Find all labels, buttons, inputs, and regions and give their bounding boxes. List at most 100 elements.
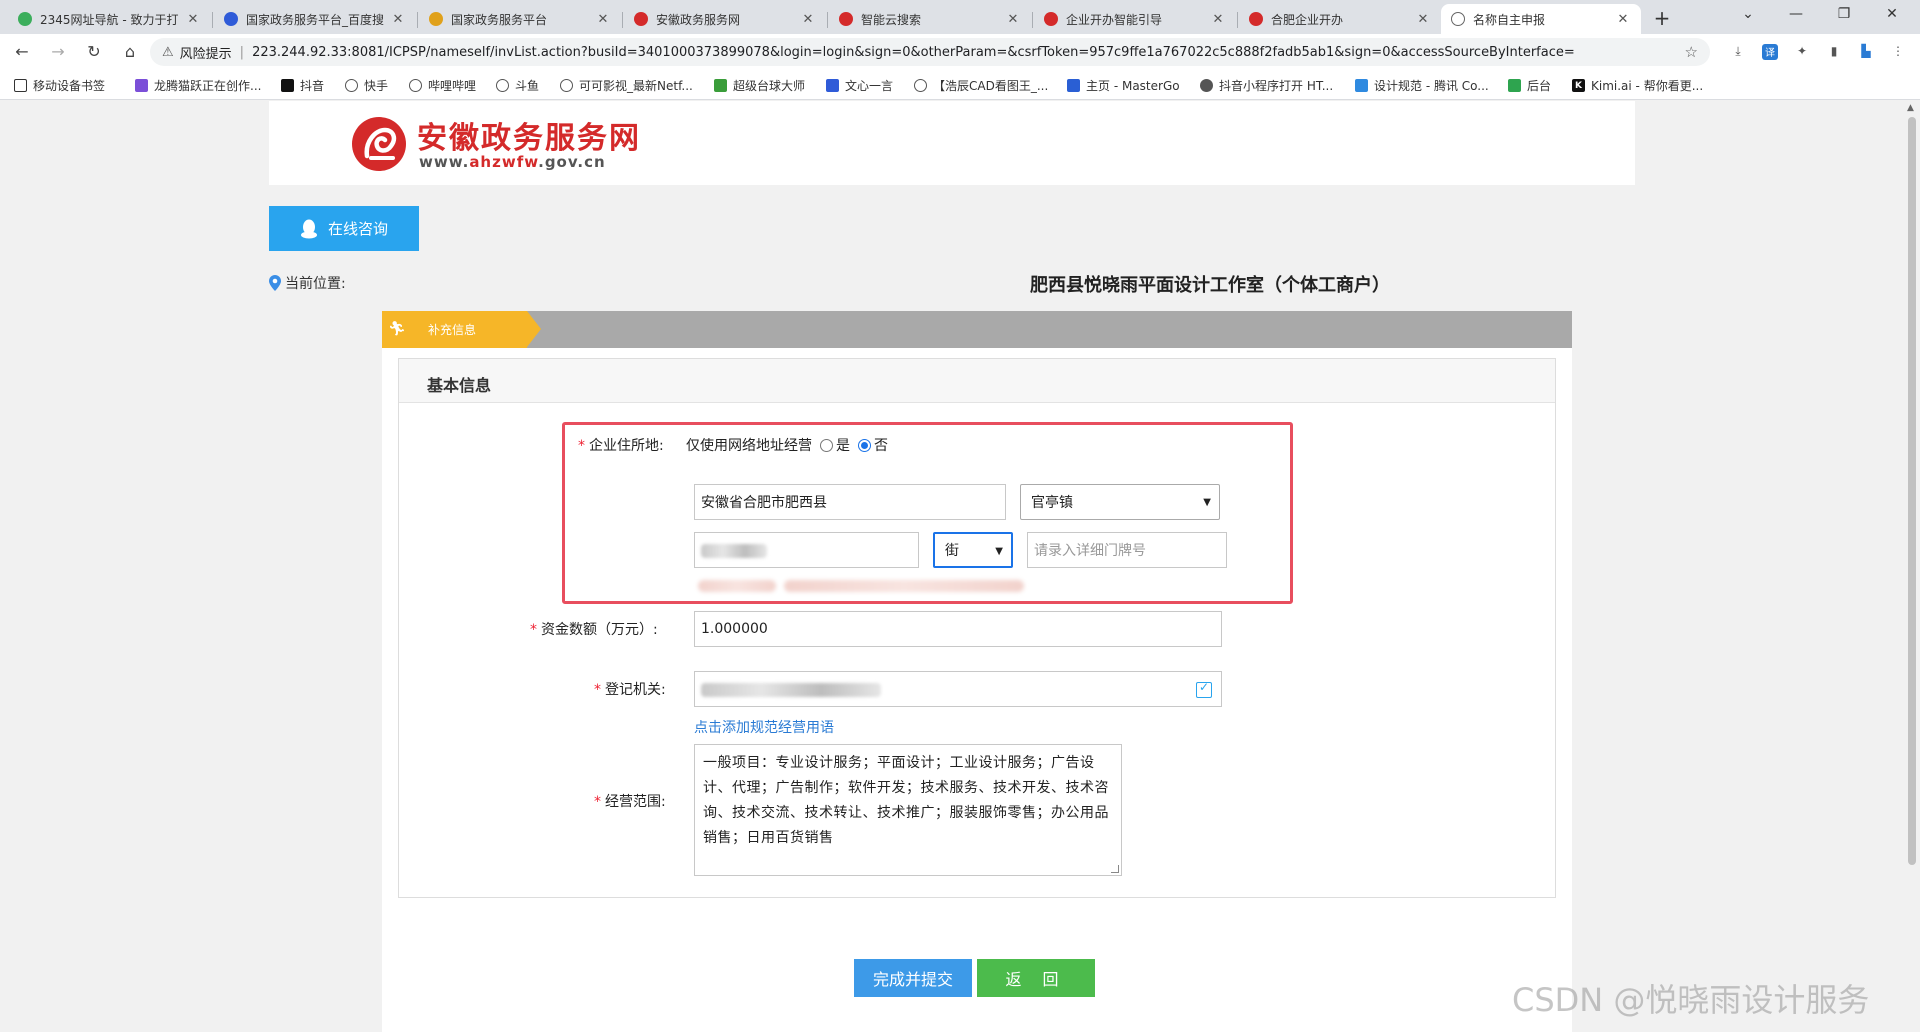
bookmark-item[interactable]: K Kimi.ai - 帮你看更... [1572,77,1703,94]
bookmark-item[interactable]: 【浩辰CAD看图王_... [914,77,1048,94]
tencent-cloud-icon [1355,79,1368,92]
url-text[interactable]: 223.244.92.33:8081/ICPSP/nameself/invLis… [252,45,1575,60]
restore-icon[interactable]: ❐ [1832,6,1856,22]
bookmark-label: 抖音 [300,79,325,93]
business-scope-textarea[interactable]: 一般项目：专业设计服务；平面设计；工业设计服务；广告设计、代理；广告制作；软件开… [694,744,1122,876]
billiards-icon [714,79,727,92]
radio-no[interactable] [858,438,871,452]
resize-grip-icon[interactable] [1111,865,1119,873]
bookmark-item[interactable]: 后台 [1508,77,1551,94]
sidebar-toggle-icon[interactable]: ▮ [1826,44,1842,60]
close-icon[interactable]: ✕ [185,12,201,27]
bookmark-item[interactable]: 龙腾猫跃正在创作... [135,77,261,94]
menu-kebab-icon[interactable]: ⋮ [1890,44,1906,60]
bookmark-item[interactable]: 快手 [345,77,388,94]
bookmark-item[interactable]: 设计规范 - 腾讯 Co... [1355,77,1489,94]
minimize-icon[interactable]: — [1784,6,1808,22]
close-icon[interactable]: ✕ [390,12,406,27]
warning-triangle-icon[interactable]: ⚠ [162,45,174,60]
tab-favicon-icon [634,12,648,26]
wenxin-icon [826,79,839,92]
bookmark-star-icon[interactable]: ☆ [1685,43,1698,61]
bookmark-item[interactable]: 文心一言 [826,77,893,94]
bookmark-item[interactable]: 主页 - MasterGo [1067,77,1180,94]
window-close-icon[interactable]: ✕ [1880,6,1904,22]
scroll-up-arrow-icon[interactable]: ▲ [1907,103,1914,113]
road-name-input[interactable] [694,532,919,568]
close-icon[interactable]: ✕ [1615,12,1631,27]
house-number-input[interactable]: 请录入详细门牌号 [1027,532,1227,568]
back-arrow-icon[interactable]: ← [12,42,32,61]
bookmark-item[interactable]: 斗鱼 [496,77,539,94]
radio-yes-label[interactable]: 是 [836,435,850,455]
globe-icon [409,79,422,92]
page-scrollbar[interactable]: ▲ [1904,101,1920,1032]
home-icon[interactable]: ⌂ [120,42,140,61]
tab-label: 企业开办智能引导 [1066,12,1163,27]
region-input[interactable]: 安徽省合肥市肥西县 [694,484,1006,520]
step-label: 补充信息 [428,323,477,337]
tab-label: 安徽政务服务网 [656,12,741,27]
close-icon[interactable]: ✕ [1005,12,1021,27]
capital-input[interactable]: 1.000000 [694,611,1222,647]
scrollbar-thumb[interactable] [1908,117,1916,865]
risk-warning-label[interactable]: 风险提示 [180,43,232,62]
close-icon[interactable]: ✕ [1210,12,1226,27]
download-icon[interactable]: ⤓ [1730,44,1746,60]
close-icon[interactable]: ✕ [595,12,611,27]
site-title: 安徽政务服务网 [417,121,641,156]
tiktok-icon [281,79,294,92]
bookmark-item[interactable]: 哔哩哔哩 [409,77,476,94]
bookmark-item[interactable]: 抖音小程序打开 HT... [1200,77,1333,94]
bookmark-item[interactable]: 可可影视_最新Netf... [560,77,693,94]
select-authority-icon[interactable] [1196,680,1212,698]
radio-no-label[interactable]: 否 [874,435,888,455]
bookmark-label: 移动设备书签 [33,79,106,93]
chart-extension-icon[interactable]: ▙ [1858,44,1874,60]
bookmark-item[interactable]: 移动设备书签 [14,77,105,94]
submit-button[interactable]: 完成并提交 [854,959,972,997]
address-bar[interactable]: ⚠ 风险提示 | 223.244.92.33:8081/ICPSP/namese… [150,38,1710,66]
new-tab-icon[interactable]: + [1650,6,1674,30]
online-consult-button[interactable]: 在线咨询 [269,206,419,251]
tab-search-chevron-icon[interactable]: ⌄ [1736,6,1760,22]
close-icon[interactable]: ✕ [1415,12,1431,27]
street-type-select[interactable]: 街 ▼ [933,532,1013,568]
bookmark-item[interactable]: 抖音 [281,77,324,94]
capital-label: * 资金数额（万元）: [530,622,658,638]
browser-tab-1[interactable]: 2345网址导航 - 致力于打... ✕ [8,4,211,34]
bookmark-item[interactable]: 超级台球大师 [714,77,805,94]
browser-tab-4[interactable]: 安徽政务服务网 ✕ [624,4,826,34]
tab-label: 合肥企业开办 [1271,12,1344,27]
browser-tab-6[interactable]: 企业开办智能引导 ✕ [1034,4,1236,34]
globe-icon [496,79,509,92]
browser-tab-5[interactable]: 智能云搜索 ✕ [829,4,1031,34]
authority-input[interactable] [694,671,1222,707]
town-select[interactable]: 官亭镇 ▼ [1020,484,1220,520]
reload-icon[interactable]: ↻ [84,42,104,61]
add-standard-terms-link[interactable]: 点击添加规范经营用语 [694,717,834,737]
tab-favicon-icon [429,12,443,26]
browser-tab-3[interactable]: 国家政务服务平台 ✕ [419,4,621,34]
site-header: 安徽政务服务网 www.ahzwfw.gov.cn [269,101,1635,185]
shield-icon [1508,79,1521,92]
site-logo-icon [352,117,406,171]
browser-tab-2[interactable]: 国家政务服务平台_百度搜... ✕ [214,4,416,34]
browser-tab-8-active[interactable]: 名称自主申报 ✕ [1441,4,1641,34]
step-supplement-info: 🏃︎ 补充信息 [382,311,527,348]
back-button[interactable]: 返 回 [977,959,1095,997]
breadcrumb: 当前位置: [269,273,346,293]
radio-yes[interactable] [820,438,833,452]
site-url-highlight: ahzwfw [469,153,539,171]
mastergo-icon [1067,79,1080,92]
bookmark-label: 设计规范 - 腾讯 Co... [1374,79,1489,93]
translate-extension-icon[interactable]: 译 [1762,44,1778,60]
globe-icon [1451,12,1465,26]
section-title: 基本信息 [427,376,492,395]
online-only-label: 仅使用网络地址经营 [686,438,812,454]
close-icon[interactable]: ✕ [800,12,816,27]
tab-favicon-icon [1249,12,1263,26]
browser-tab-7[interactable]: 合肥企业开办 ✕ [1239,4,1441,34]
extensions-puzzle-icon[interactable]: ✦ [1794,44,1810,60]
forward-arrow-icon[interactable]: → [48,42,68,61]
